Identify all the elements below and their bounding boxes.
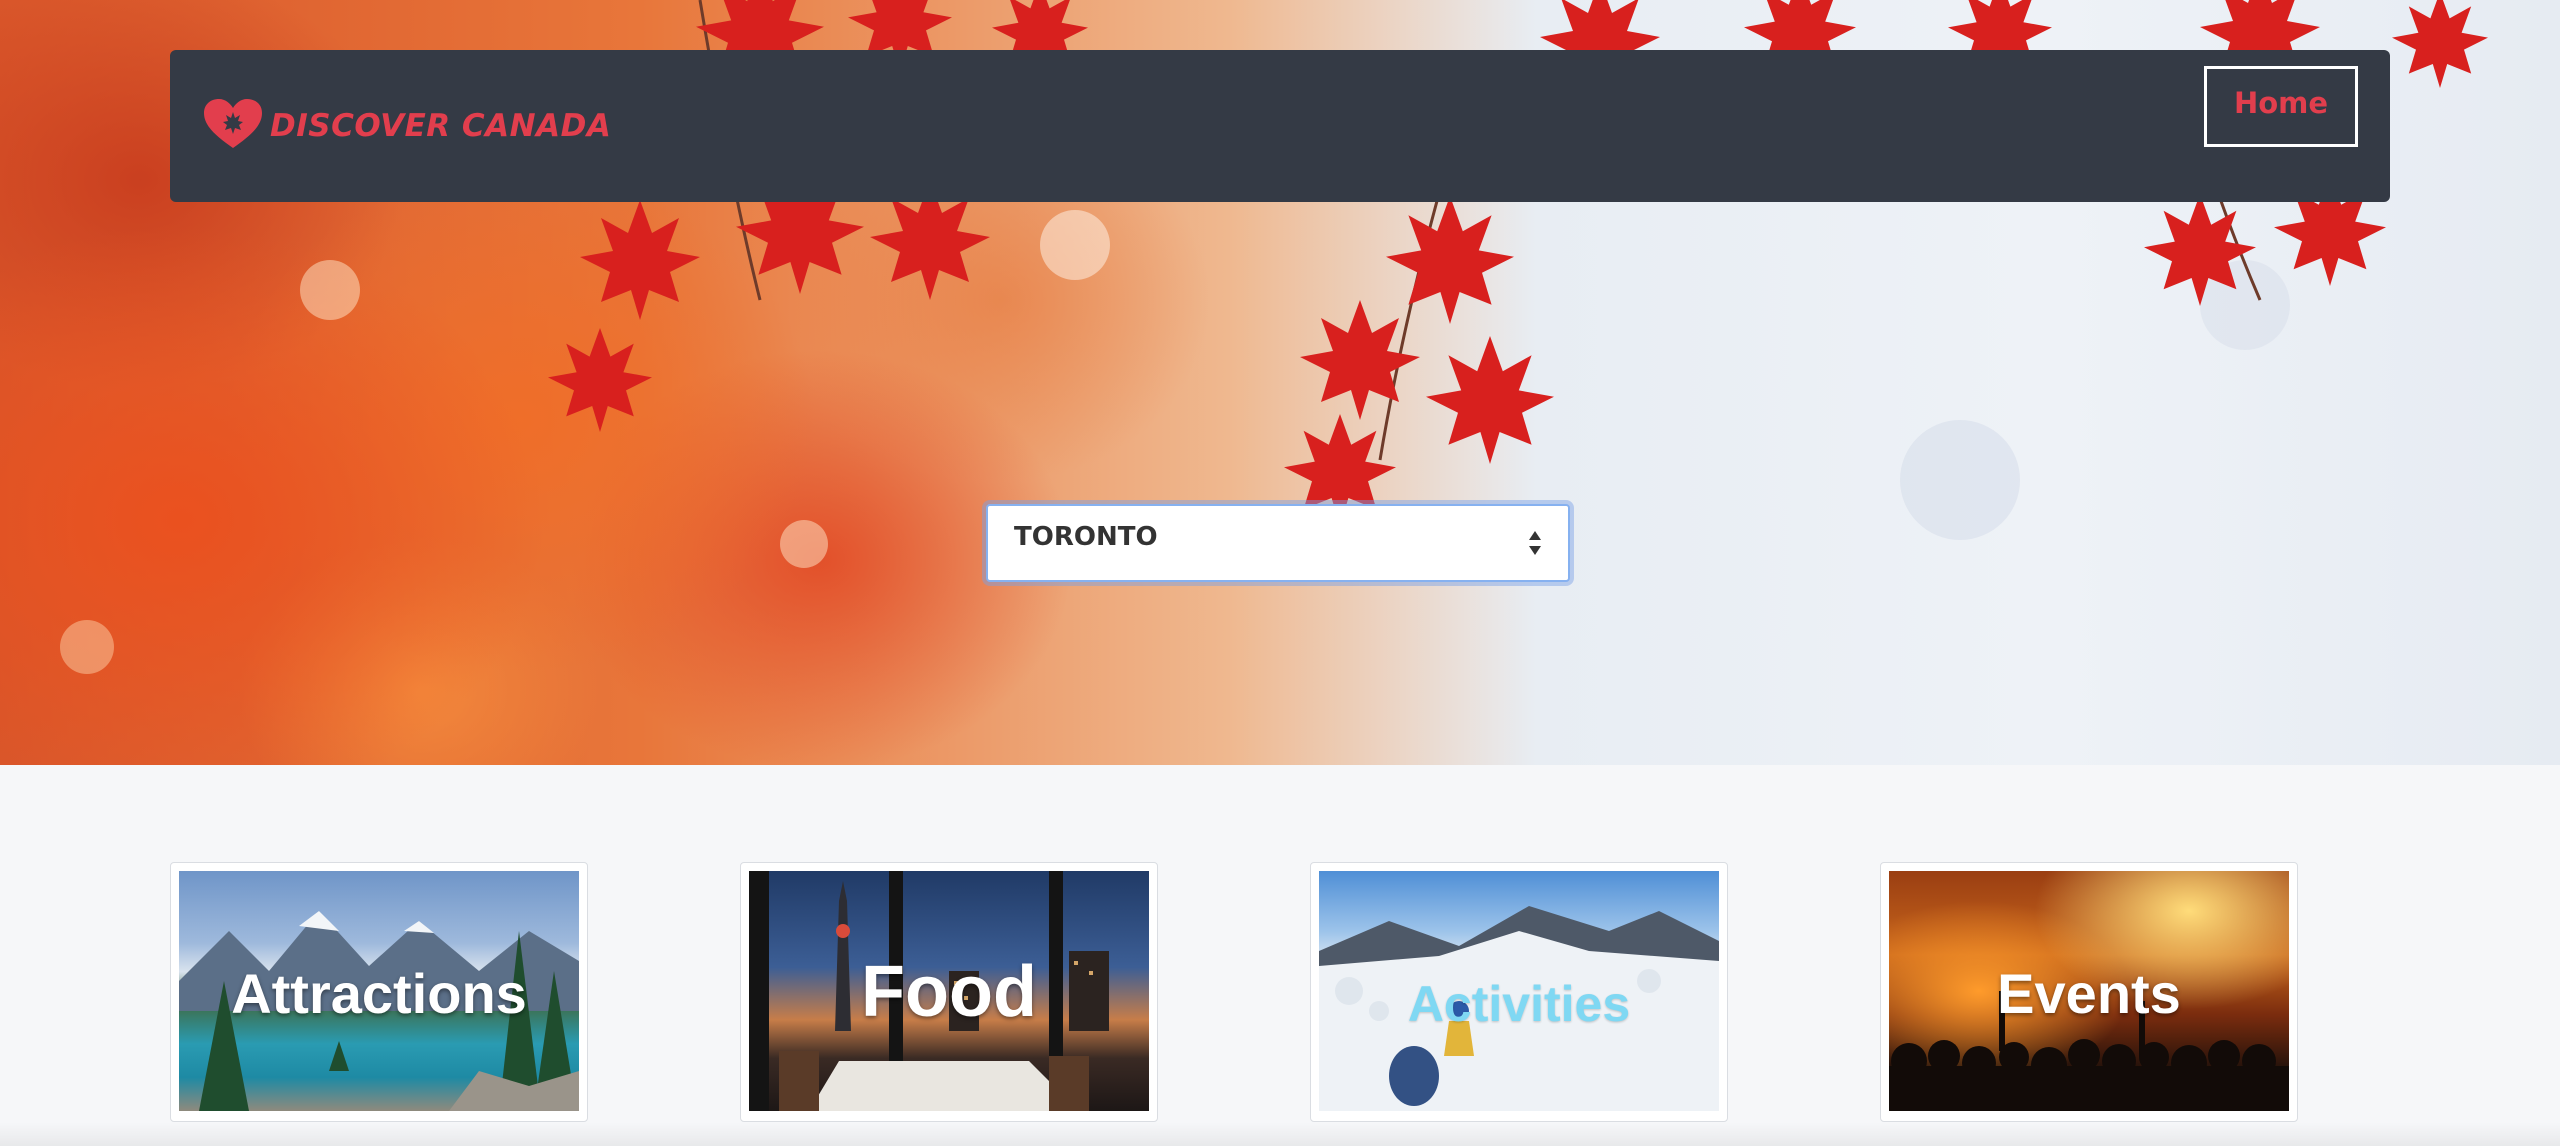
brand-name: Discover Canada [270,108,612,144]
category-label: Attractions [231,962,527,1025]
city-select-value: Toronto [1014,522,1158,552]
attractions-image: Attractions [179,871,579,1111]
category-card-attractions[interactable]: Attractions [170,862,588,1122]
maple-heart-icon [202,98,264,154]
sort-arrows-icon [1528,530,1542,556]
home-button[interactable]: Home [2204,66,2358,147]
food-image: Food [749,871,1149,1111]
category-card-food[interactable]: Food [740,862,1158,1122]
events-image: Events [1889,871,2289,1111]
activities-image: Activities [1319,871,1719,1111]
category-label: Events [1997,962,2181,1025]
category-label: Food [861,952,1037,1032]
navbar: Discover Canada Home [170,50,2390,202]
category-card-activities[interactable]: Activities [1310,862,1728,1122]
city-select[interactable]: Toronto [986,504,1570,582]
category-label: Activities [1407,976,1631,1032]
brand-logo-link[interactable]: Discover Canada [202,98,611,154]
category-card-events[interactable]: Events [1880,862,2298,1122]
page-bottom-edge [0,1122,2560,1146]
